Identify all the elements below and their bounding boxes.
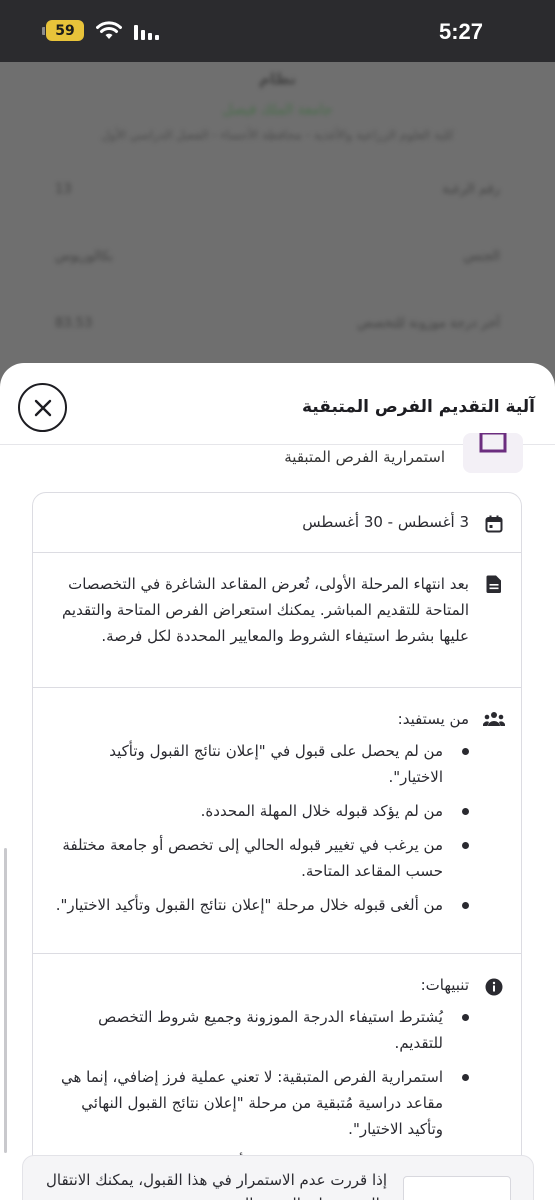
info-icon (483, 976, 505, 998)
phase-row: استمرارية الفرص المتبقية (32, 433, 523, 477)
description-section: بعد انتهاء المرحلة الأولى، تُعرض المقاعد… (33, 553, 521, 688)
withdraw-banner[interactable]: إذا قررت عدم الاستمرار في هذا القبول، يم… (22, 1155, 534, 1200)
signal-icon (134, 24, 159, 40)
wifi-icon (96, 20, 122, 39)
bg-row: آخر درجة موزونة للتخصص 83.53 (55, 316, 500, 331)
bg-university: جامعة الملك فيصل (222, 102, 333, 118)
list-item: من ألغى قبوله خلال مرحلة "إعلان نتائج ال… (51, 892, 481, 918)
scrollbar[interactable] (4, 848, 7, 1153)
sheet-title: آلية التقديم الفرص المتبقية (302, 397, 535, 417)
bg-row: الجنس بكالوريوس (55, 249, 500, 264)
battery-icon: 59 (42, 20, 84, 41)
clock: 5:27 (438, 19, 483, 44)
description-text: بعد انتهاء المرحلة الأولى، تُعرض المقاعد… (61, 575, 469, 645)
background-page[interactable]: نظام جامعة الملك فيصل كلية العلوم الزراع… (0, 62, 555, 402)
list-item: يُشترط استيفاء الدرجة الموزونة وجميع شرو… (51, 1004, 481, 1056)
bg-title: نظام (259, 70, 296, 88)
bottom-sheet: آلية التقديم الفرص المتبقية استمرارية ال… (0, 363, 555, 1200)
phase-label: استمرارية الفرص المتبقية (284, 448, 445, 466)
calendar-icon (483, 513, 505, 535)
banner-text: إذا قررت عدم الاستمرار في هذا القبول، يم… (45, 1171, 387, 1200)
list-item: من لم يؤكد قبوله خلال المهلة المحددة. (51, 798, 481, 824)
bg-caption: كلية العلوم الزراعية والأغذية - محافظة ا… (101, 128, 454, 142)
close-button[interactable] (18, 383, 67, 432)
info-card: 3 أغسطس - 30 أغسطس بعد انتهاء المرحلة ال… (32, 492, 522, 1200)
close-icon (34, 399, 51, 416)
phase-icon (463, 433, 523, 473)
group-icon (483, 708, 505, 730)
status-icons: 59 (42, 20, 160, 41)
date-range: 3 أغسطس - 30 أغسطس (302, 513, 469, 531)
list-item: من يرغب في تغيير قبوله الحالي إلى تخصص أ… (51, 832, 481, 884)
list-item: استمرارية الفرص المتبقية: لا تعني عملية … (51, 1064, 481, 1142)
status-bar: 59 5:27 (0, 0, 555, 62)
bg-row: رقم الرغبة 13 (55, 182, 500, 197)
beneficiaries-section: من يستفيد: من لم يحصل على قبول في "إعلان… (33, 688, 521, 954)
date-section: 3 أغسطس - 30 أغسطس (33, 493, 521, 553)
document-icon (483, 573, 505, 595)
beneficiaries-list: من لم يحصل على قبول في "إعلان نتائج القب… (51, 738, 481, 926)
battery-level: 59 (46, 20, 84, 41)
notes-heading: تنبيهات: (420, 976, 469, 994)
beneficiaries-heading: من يستفيد: (397, 710, 469, 728)
list-item: من لم يحصل على قبول في "إعلان نتائج القب… (51, 738, 481, 790)
banner-illustration (403, 1176, 511, 1200)
